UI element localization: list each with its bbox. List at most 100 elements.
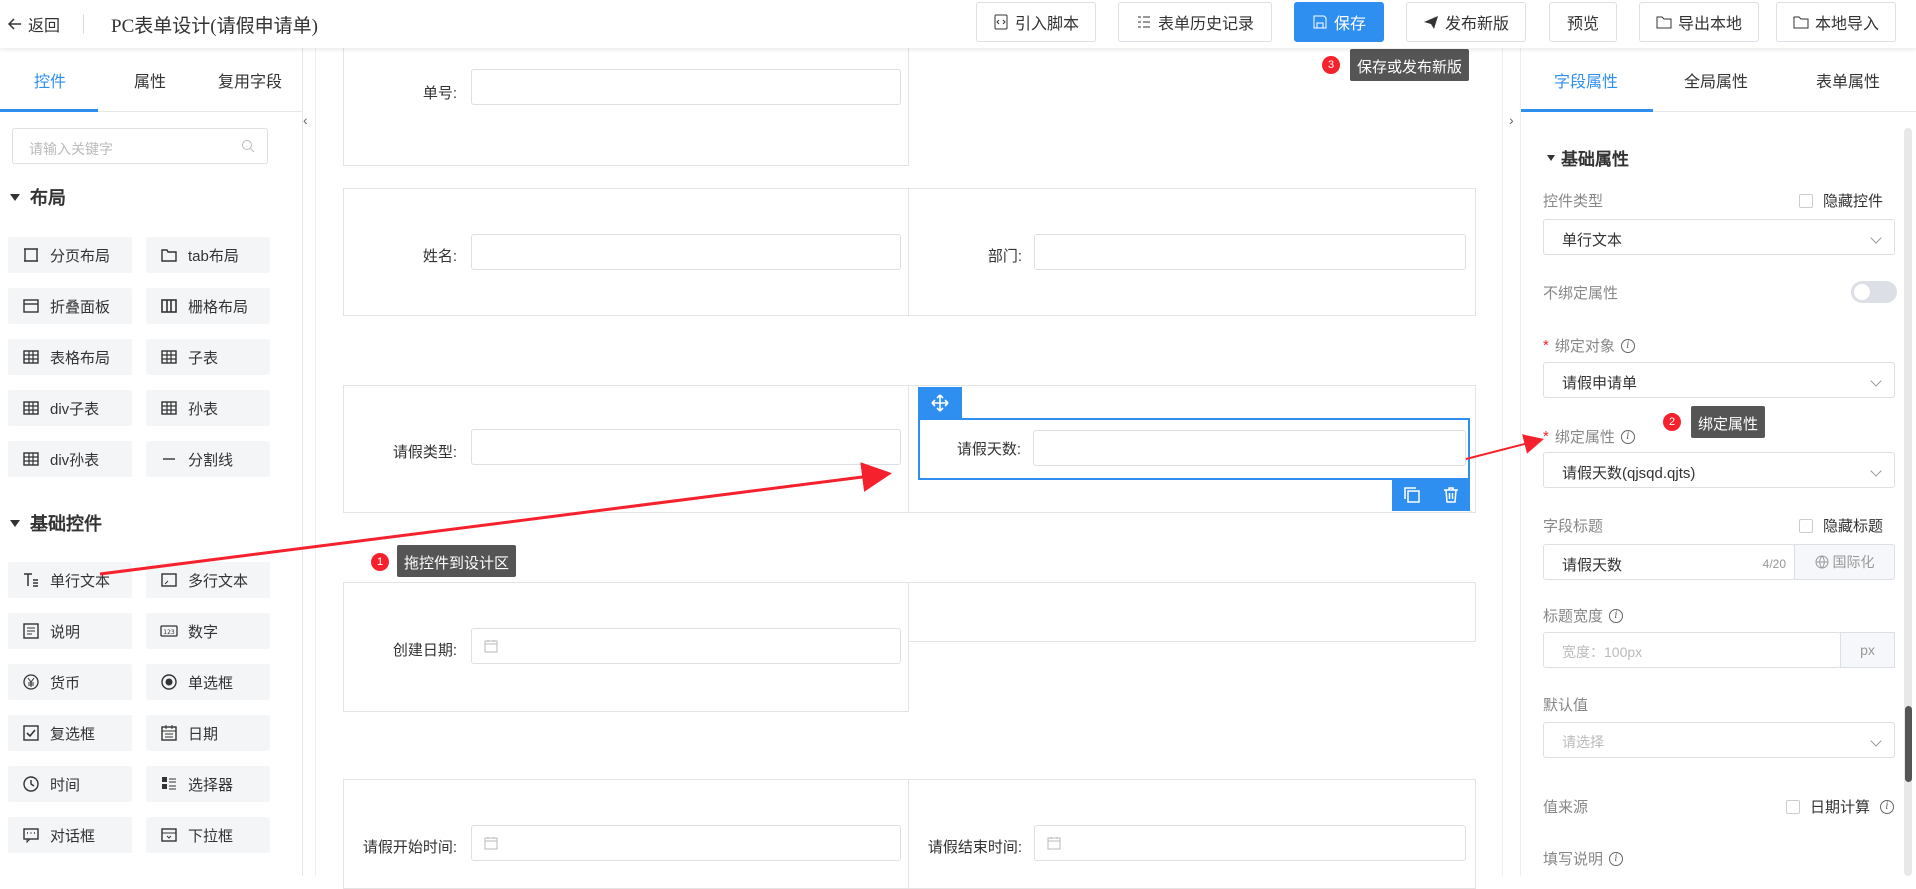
dialog-icon: [23, 828, 39, 844]
component-item[interactable]: 对话框: [8, 817, 132, 853]
field-title-input[interactable]: 请假天数 4/20: [1543, 544, 1795, 580]
bind-attr-select[interactable]: 请假天数(qjsqd.qjts): [1543, 452, 1895, 488]
form-cell-end-time[interactable]: 请假结束时间:: [908, 779, 1476, 889]
bind-object-select[interactable]: 请假申请单: [1543, 362, 1895, 398]
form-cell-dept[interactable]: 部门:: [908, 188, 1476, 316]
component-item[interactable]: 分页布局: [8, 237, 132, 273]
component-item[interactable]: div孙表: [8, 441, 132, 477]
danhao-input[interactable]: [471, 69, 901, 105]
form-row-danhao[interactable]: 单号:: [343, 38, 909, 166]
end-time-input[interactable]: [1034, 825, 1466, 861]
component-item[interactable]: 子表: [146, 339, 270, 375]
component-item[interactable]: 下拉框: [146, 817, 270, 853]
form-cell-empty[interactable]: [908, 582, 1476, 642]
component-item-label: 单行文本: [50, 572, 111, 590]
section-basic[interactable]: 基础控件: [10, 510, 102, 536]
info-icon[interactable]: i: [1880, 799, 1895, 814]
history-list-icon: [1137, 16, 1150, 28]
checkbox-icon: [1799, 193, 1813, 208]
annotation-badge-1: 1: [371, 553, 389, 571]
import-local-button[interactable]: 本地导入: [1776, 2, 1896, 42]
design-canvas[interactable]: 单号: 姓名: 部门: 请假类型: 请假天数: 创建日期: 请假开始时间: 请假…: [315, 38, 1503, 889]
component-item[interactable]: 选择器: [146, 766, 270, 802]
component-item[interactable]: 分割线: [146, 441, 270, 477]
collapse-left-icon[interactable]: ‹: [303, 112, 308, 128]
preview-button[interactable]: 预览: [1549, 2, 1617, 42]
info-icon[interactable]: i: [1609, 851, 1624, 866]
info-icon[interactable]: i: [1609, 608, 1624, 623]
move-field-button[interactable]: [918, 387, 962, 419]
info-icon[interactable]: i: [1620, 429, 1635, 444]
tab-global-props[interactable]: 全局属性: [1651, 68, 1781, 92]
control-type-select[interactable]: 单行文本: [1543, 219, 1895, 255]
component-item-label: div子表: [50, 400, 100, 418]
section-basic-props[interactable]: 基础属性: [1547, 145, 1629, 170]
copy-icon[interactable]: [1403, 486, 1421, 504]
component-item[interactable]: 复选框: [8, 715, 132, 751]
tab-reuse-fields[interactable]: 复用字段: [200, 68, 300, 92]
component-item[interactable]: 时间: [8, 766, 132, 802]
form-cell-create-date[interactable]: 创建日期:: [343, 582, 909, 712]
create-date-input[interactable]: [471, 628, 901, 664]
component-item[interactable]: 孙表: [146, 390, 270, 426]
control-type-label: 控件类型: [1543, 193, 1604, 210]
leave-type-label: 请假类型:: [392, 444, 457, 461]
date-calc-checkbox[interactable]: 日期计算 i: [1786, 796, 1895, 817]
hide-control-checkbox[interactable]: 隐藏控件: [1799, 190, 1883, 211]
unbind-label: 不绑定属性: [1543, 285, 1619, 302]
component-item-label: 折叠面板: [50, 298, 111, 316]
component-item[interactable]: 123 数字: [146, 613, 270, 649]
number-icon: 123: [160, 625, 178, 637]
tab-field-props[interactable]: 字段属性: [1521, 68, 1651, 92]
field-title-value: 请假天数: [1562, 557, 1623, 574]
subtable-icon: [161, 350, 177, 364]
tab-properties[interactable]: 属性: [100, 68, 200, 92]
hide-title-checkbox[interactable]: 隐藏标题: [1799, 515, 1883, 536]
component-item[interactable]: 多行文本: [146, 562, 270, 598]
unbind-toggle[interactable]: [1851, 281, 1897, 303]
info-icon[interactable]: i: [1620, 338, 1635, 353]
component-item-label: 单选框: [188, 674, 234, 692]
history-label: 表单历史记录: [1157, 16, 1254, 33]
component-item[interactable]: tab布局: [146, 237, 270, 273]
component-item[interactable]: div子表: [8, 390, 132, 426]
start-time-input[interactable]: [471, 825, 901, 861]
import-script-button[interactable]: 引入脚本: [976, 2, 1096, 42]
scrollbar-thumb[interactable]: [1905, 706, 1912, 782]
collapse-right-icon[interactable]: ›: [1509, 112, 1514, 128]
section-layout[interactable]: 布局: [10, 184, 66, 210]
component-item[interactable]: 单选框: [146, 664, 270, 700]
selected-field-frame[interactable]: 请假天数:: [918, 418, 1470, 480]
selector-icon: [162, 777, 176, 790]
component-item[interactable]: 说明: [8, 613, 132, 649]
form-cell-leave-type[interactable]: 请假类型:: [343, 385, 909, 513]
leave-days-input[interactable]: [1033, 430, 1466, 466]
title-width-input[interactable]: 宽度：100px: [1543, 632, 1841, 668]
caret-down-icon: [1547, 154, 1555, 161]
component-search-input[interactable]: 请输入关键字: [12, 128, 268, 164]
tab-form-props[interactable]: 表单属性: [1783, 68, 1913, 92]
form-cell-start-time[interactable]: 请假开始时间:: [343, 779, 909, 889]
component-item[interactable]: 日期: [146, 715, 270, 751]
component-item[interactable]: 表格布局: [8, 339, 132, 375]
component-item[interactable]: 折叠面板: [8, 288, 132, 324]
component-item[interactable]: 单行文本: [8, 562, 132, 598]
component-item[interactable]: 货币: [8, 664, 132, 700]
component-item[interactable]: 栅格布局: [146, 288, 270, 324]
back-button[interactable]: 返回: [8, 12, 60, 36]
leave-type-input[interactable]: [471, 429, 901, 465]
delete-icon[interactable]: [1442, 486, 1460, 504]
search-icon: [242, 140, 255, 153]
i18n-button[interactable]: 国际化: [1794, 544, 1895, 580]
default-value-select[interactable]: 请选择: [1543, 722, 1895, 758]
history-button[interactable]: 表单历史记录: [1118, 2, 1272, 42]
component-panel: 控件 属性 复用字段 请输入关键字 布局 分页布局 tab布局折叠面板 栅格布局 表格…: [0, 48, 303, 876]
save-button[interactable]: 保存: [1294, 2, 1384, 42]
i18n-label: 国际化: [1832, 554, 1875, 570]
export-local-button[interactable]: 导出本地: [1639, 2, 1759, 42]
dept-input[interactable]: [1034, 234, 1466, 270]
form-cell-name[interactable]: 姓名:: [343, 188, 909, 316]
name-input[interactable]: [471, 234, 901, 270]
tab-controls[interactable]: 控件: [0, 68, 100, 92]
publish-button[interactable]: 发布新版: [1406, 2, 1526, 42]
